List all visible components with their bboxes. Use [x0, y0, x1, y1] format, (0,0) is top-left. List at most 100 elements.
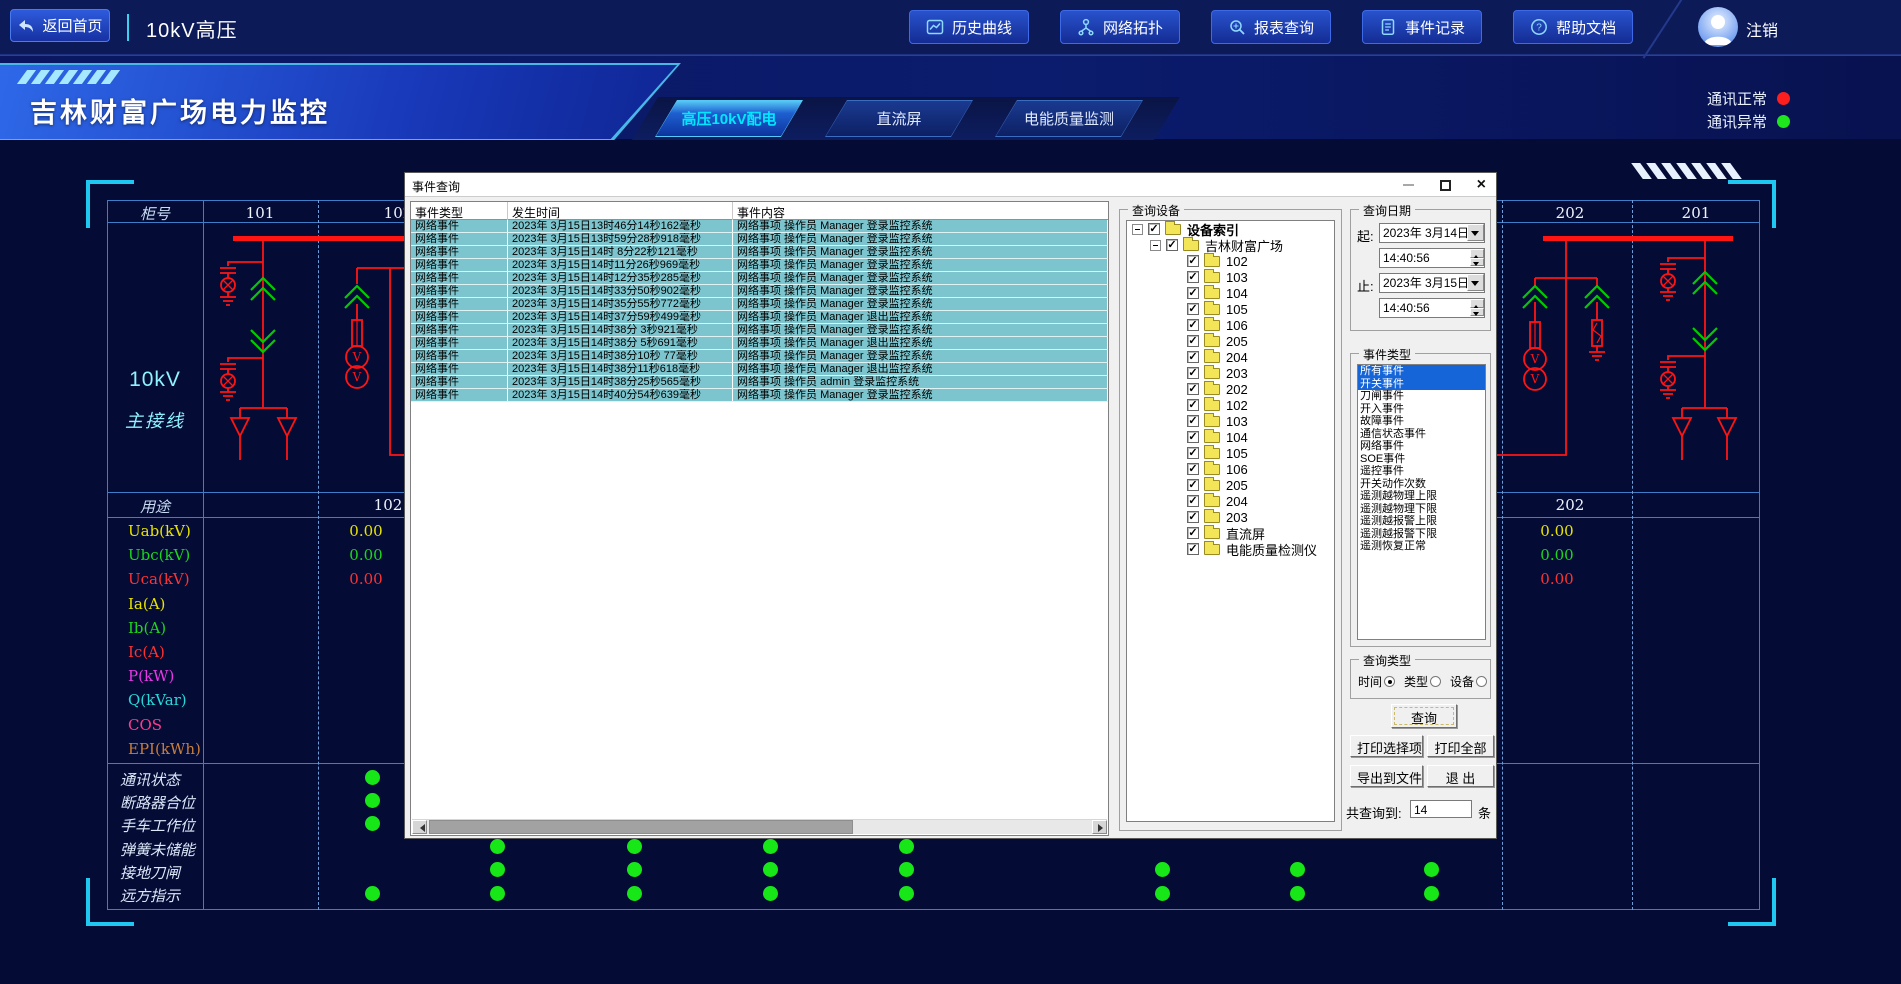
to-time-spinner[interactable]: 14:40:56 [1379, 298, 1485, 318]
tree-item[interactable]: ✓103 [1127, 269, 1334, 285]
logout-button[interactable]: 注销 [1746, 17, 1778, 41]
event-type-option[interactable]: 所有事件 [1358, 365, 1485, 378]
col-event-type[interactable]: 事件类型 [411, 202, 508, 220]
tree-item[interactable]: ✓105 [1127, 445, 1334, 461]
spinner-buttons[interactable] [1470, 249, 1484, 266]
result-count-field[interactable]: 14 [1410, 800, 1472, 818]
event-row[interactable]: 网络事件2023年 3月15日14时33分50秒902毫秒网络事项 操作员 Ma… [411, 285, 1108, 298]
help-doc-button[interactable]: ? 帮助文档 [1513, 10, 1633, 44]
tree-item[interactable]: ✓106 [1127, 317, 1334, 333]
checkbox-checked[interactable]: ✓ [1187, 287, 1199, 299]
event-type-option[interactable]: 遥测恢复正常 [1358, 540, 1485, 553]
tree-item[interactable]: ✓吉林财富广场 [1127, 237, 1334, 253]
history-curve-button[interactable]: 历史曲线 [909, 10, 1029, 44]
event-log-button[interactable]: 事件记录 [1362, 10, 1482, 44]
expand-toggle-icon[interactable] [1132, 224, 1143, 235]
col-event-time[interactable]: 发生时间 [508, 202, 733, 220]
spinner-buttons[interactable] [1470, 299, 1484, 316]
tree-item[interactable]: ✓204 [1127, 493, 1334, 509]
print-selected-button[interactable]: 打印选择项 [1350, 735, 1423, 757]
scrollbar-thumb[interactable] [429, 820, 853, 834]
event-type-option[interactable]: 故障事件 [1358, 415, 1485, 428]
tree-item[interactable]: ✓102 [1127, 253, 1334, 269]
network-topology-button[interactable]: 网络拓扑 [1060, 10, 1180, 44]
event-type-option[interactable]: 开关动作次数 [1358, 478, 1485, 491]
tree-item[interactable]: ✓205 [1127, 333, 1334, 349]
radio-icon[interactable] [1430, 676, 1441, 687]
checkbox-checked[interactable]: ✓ [1187, 511, 1199, 523]
exit-button[interactable]: 退 出 [1427, 765, 1494, 787]
report-query-button[interactable]: 报表查询 [1211, 10, 1331, 44]
back-home-button[interactable]: 返回首页 [10, 9, 110, 42]
dialog-titlebar[interactable]: 事件查询 × [405, 173, 1496, 197]
checkbox-checked[interactable]: ✓ [1166, 239, 1178, 251]
checkbox-checked[interactable]: ✓ [1187, 447, 1199, 459]
checkbox-checked[interactable]: ✓ [1187, 399, 1199, 411]
event-row[interactable]: 网络事件2023年 3月15日14时38分10秒 77毫秒网络事项 操作员 Ma… [411, 350, 1108, 363]
event-type-option[interactable]: 开入事件 [1358, 403, 1485, 416]
checkbox-checked[interactable]: ✓ [1187, 431, 1199, 443]
expand-toggle-icon[interactable] [1150, 240, 1161, 251]
export-file-button[interactable]: 导出到文件 [1350, 765, 1423, 787]
horizontal-scrollbar[interactable] [412, 819, 1107, 834]
from-time-spinner[interactable]: 14:40:56 [1379, 248, 1485, 268]
event-type-option[interactable]: 遥测越物理下限 [1358, 503, 1485, 516]
event-row[interactable]: 网络事件2023年 3月15日14时37分59秒499毫秒网络事项 操作员 Ma… [411, 311, 1108, 324]
checkbox-checked[interactable]: ✓ [1187, 367, 1199, 379]
query-type-radio[interactable]: 类型 [1404, 673, 1441, 690]
query-type-radio[interactable]: 设备 [1450, 673, 1487, 690]
radio-icon[interactable] [1476, 676, 1487, 687]
scroll-right-button[interactable] [1092, 820, 1107, 834]
event-row[interactable]: 网络事件2023年 3月15日14时38分11秒618毫秒网络事项 操作员 Ma… [411, 363, 1108, 376]
checkbox-checked[interactable]: ✓ [1187, 271, 1199, 283]
tree-item[interactable]: ✓102 [1127, 397, 1334, 413]
event-type-option[interactable]: 网络事件 [1358, 440, 1485, 453]
checkbox-checked[interactable]: ✓ [1187, 335, 1199, 347]
tree-item[interactable]: ✓204 [1127, 349, 1334, 365]
checkbox-checked[interactable]: ✓ [1187, 319, 1199, 331]
event-type-option[interactable]: 通信状态事件 [1358, 428, 1485, 441]
maximize-button[interactable] [1440, 180, 1451, 191]
tree-item[interactable]: ✓106 [1127, 461, 1334, 477]
event-row[interactable]: 网络事件2023年 3月15日14时40分54秒639毫秒网络事项 操作员 Ma… [411, 389, 1108, 402]
checkbox-checked[interactable]: ✓ [1187, 351, 1199, 363]
checkbox-checked[interactable]: ✓ [1187, 415, 1199, 427]
event-row[interactable]: 网络事件2023年 3月15日14时35分55秒772毫秒网络事项 操作员 Ma… [411, 298, 1108, 311]
radio-selected-icon[interactable] [1384, 676, 1395, 687]
tree-item[interactable]: ✓202 [1127, 381, 1334, 397]
checkbox-checked[interactable]: ✓ [1187, 255, 1199, 267]
tab-hv-10kv[interactable]: 高压10kV配电 [655, 100, 803, 137]
event-row[interactable]: 网络事件2023年 3月15日14时 8分22秒121毫秒网络事项 操作员 Ma… [411, 246, 1108, 259]
event-row[interactable]: 网络事件2023年 3月15日14时12分35秒285毫秒网络事项 操作员 Ma… [411, 272, 1108, 285]
event-row[interactable]: 网络事件2023年 3月15日14时38分 5秒691毫秒网络事项 操作员 Ma… [411, 337, 1108, 350]
checkbox-checked[interactable]: ✓ [1187, 383, 1199, 395]
from-date-select[interactable]: 2023年 3月14日 [1379, 223, 1485, 243]
tree-item[interactable]: ✓105 [1127, 301, 1334, 317]
event-row[interactable]: 网络事件2023年 3月15日14时38分25秒565毫秒网络事项 操作员 ad… [411, 376, 1108, 389]
chevron-down-icon[interactable] [1467, 274, 1484, 291]
minimize-button[interactable] [1403, 184, 1414, 186]
checkbox-checked[interactable]: ✓ [1187, 479, 1199, 491]
event-row[interactable]: 网络事件2023年 3月15日13时46分14秒162毫秒网络事项 操作员 Ma… [411, 220, 1108, 233]
event-type-option[interactable]: 遥测越报警上限 [1358, 515, 1485, 528]
event-row[interactable]: 网络事件2023年 3月15日14时38分 3秒921毫秒网络事项 操作员 Ma… [411, 324, 1108, 337]
event-row[interactable]: 网络事件2023年 3月15日14时11分26秒969毫秒网络事项 操作员 Ma… [411, 259, 1108, 272]
event-row[interactable]: 网络事件2023年 3月15日13时59分28秒918毫秒网络事项 操作员 Ma… [411, 233, 1108, 246]
tree-item[interactable]: ✓103 [1127, 413, 1334, 429]
tree-item[interactable]: ✓104 [1127, 429, 1334, 445]
tab-dc-panel[interactable]: 直流屏 [825, 100, 973, 137]
checkbox-checked[interactable]: ✓ [1187, 495, 1199, 507]
close-icon[interactable]: × [1477, 177, 1486, 193]
tree-item[interactable]: ✓203 [1127, 365, 1334, 381]
tree-item[interactable]: ✓104 [1127, 285, 1334, 301]
chevron-down-icon[interactable] [1467, 224, 1484, 241]
to-date-select[interactable]: 2023年 3月15日 [1379, 273, 1485, 293]
event-type-option[interactable]: 开关事件 [1358, 378, 1485, 391]
event-type-option[interactable]: 刀闸事件 [1358, 390, 1485, 403]
checkbox-checked[interactable]: ✓ [1187, 303, 1199, 315]
user-avatar[interactable] [1698, 7, 1738, 47]
event-type-option[interactable]: SOE事件 [1358, 453, 1485, 466]
tree-item[interactable]: ✓205 [1127, 477, 1334, 493]
col-event-content[interactable]: 事件内容 [733, 202, 1108, 220]
query-type-radio[interactable]: 时间 [1358, 673, 1395, 690]
